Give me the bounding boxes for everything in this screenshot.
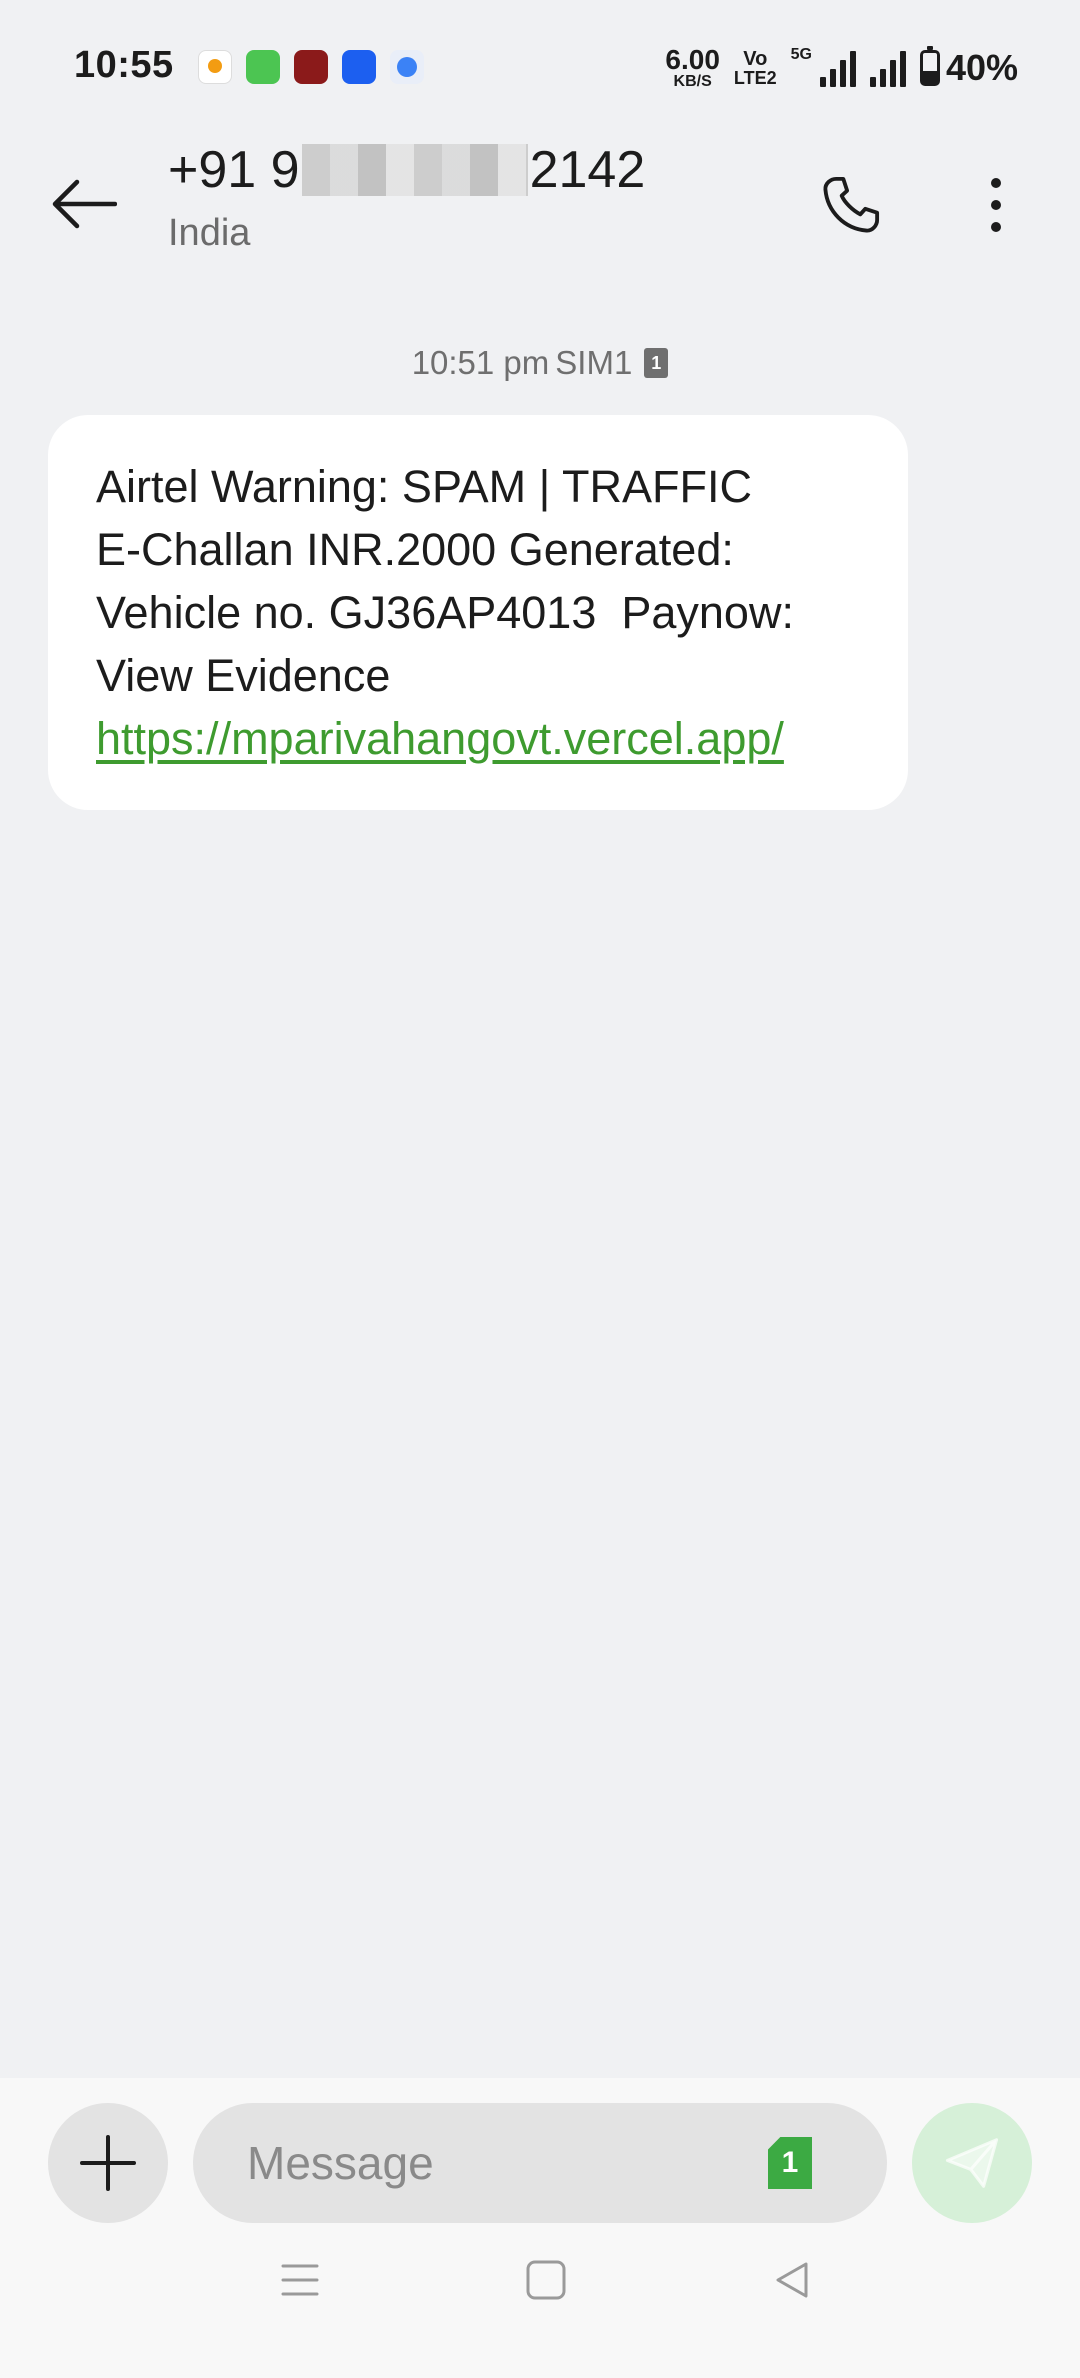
volte-bottom: LTE2 xyxy=(733,68,777,88)
back-button[interactable] xyxy=(44,164,124,244)
sim-selector-button[interactable]: 1 xyxy=(768,2137,812,2189)
volte-indicator: Vo LTE2 xyxy=(734,49,777,87)
status-time: 10:55 xyxy=(74,44,174,86)
signal-icon-sim1 xyxy=(819,49,856,87)
network-speed: 6.00 KB/S xyxy=(665,46,720,90)
call-button[interactable] xyxy=(806,160,896,250)
home-button[interactable] xyxy=(516,2250,576,2310)
app-icon-1 xyxy=(198,50,232,84)
back-nav-button[interactable] xyxy=(762,2250,822,2310)
system-nav-bar xyxy=(0,2220,1080,2340)
message-line: Airtel Warning: SPAM | TRAFFIC xyxy=(96,461,752,512)
home-square-icon xyxy=(526,2260,566,2300)
volte-top: Vo xyxy=(743,48,768,70)
attach-button[interactable] xyxy=(48,2103,168,2223)
send-button[interactable] xyxy=(912,2103,1032,2223)
notification-icons xyxy=(198,50,424,84)
system-indicators: 6.00 KB/S Vo LTE2 5G 40% xyxy=(665,46,1018,90)
message-link[interactable]: https://mparivahangovt.vercel.app/ xyxy=(96,707,860,770)
battery-fill xyxy=(922,71,937,83)
battery-icon xyxy=(919,46,940,86)
recent-apps-button[interactable] xyxy=(270,2250,330,2310)
phone-icon xyxy=(823,176,880,233)
battery-percent: 40% xyxy=(945,47,1018,88)
network-speed-unit: KB/S xyxy=(673,73,712,90)
menu-icon xyxy=(281,2264,319,2296)
app-icon-3 xyxy=(294,50,328,84)
contact-number: +91 9 2142 xyxy=(168,140,645,200)
timestamp-sim: SIM1 xyxy=(555,344,633,381)
message-line: Vehicle no. GJ36AP4013 Paynow: xyxy=(96,587,794,638)
contact-info[interactable]: +91 9 2142 India xyxy=(168,140,645,255)
signal-icon-sim2 xyxy=(869,49,906,87)
contact-number-prefix: +91 9 xyxy=(168,141,300,199)
back-arrow-icon xyxy=(52,179,117,229)
network-speed-value: 6.00 xyxy=(665,44,720,75)
plus-icon xyxy=(80,2135,136,2191)
message-input-container[interactable]: 1 xyxy=(193,2103,887,2223)
browser-app-icon xyxy=(390,50,424,84)
conversation-header: +91 9 2142 India xyxy=(0,140,1080,310)
send-icon xyxy=(945,2138,999,2188)
more-vertical-icon xyxy=(991,178,1001,232)
contact-location: India xyxy=(168,212,251,254)
phone-app-icon xyxy=(342,50,376,84)
redaction-mask xyxy=(301,144,528,196)
contact-number-suffix: 2142 xyxy=(529,141,646,199)
message-line: E-Challan INR.2000 Generated: xyxy=(96,524,734,575)
message-timestamp: 10:51 pm SIM1 1 xyxy=(0,344,1080,382)
back-triangle-icon xyxy=(776,2262,808,2298)
app-icon-2 xyxy=(246,50,280,84)
message-line: View Evidence xyxy=(96,650,391,701)
sim-card-icon: 1 xyxy=(644,348,669,378)
more-options-button[interactable] xyxy=(956,160,1036,250)
status-bar: 10:55 6.00 KB/S Vo LTE2 5G 40% xyxy=(0,0,1080,140)
battery-indicator: 40% xyxy=(919,46,1018,89)
message-input[interactable] xyxy=(245,2135,729,2191)
timestamp-time: 10:51 pm xyxy=(411,344,550,381)
message-bubble[interactable]: Airtel Warning: SPAM | TRAFFIC E-Challan… xyxy=(48,415,908,810)
network-type: 5G xyxy=(790,46,812,63)
